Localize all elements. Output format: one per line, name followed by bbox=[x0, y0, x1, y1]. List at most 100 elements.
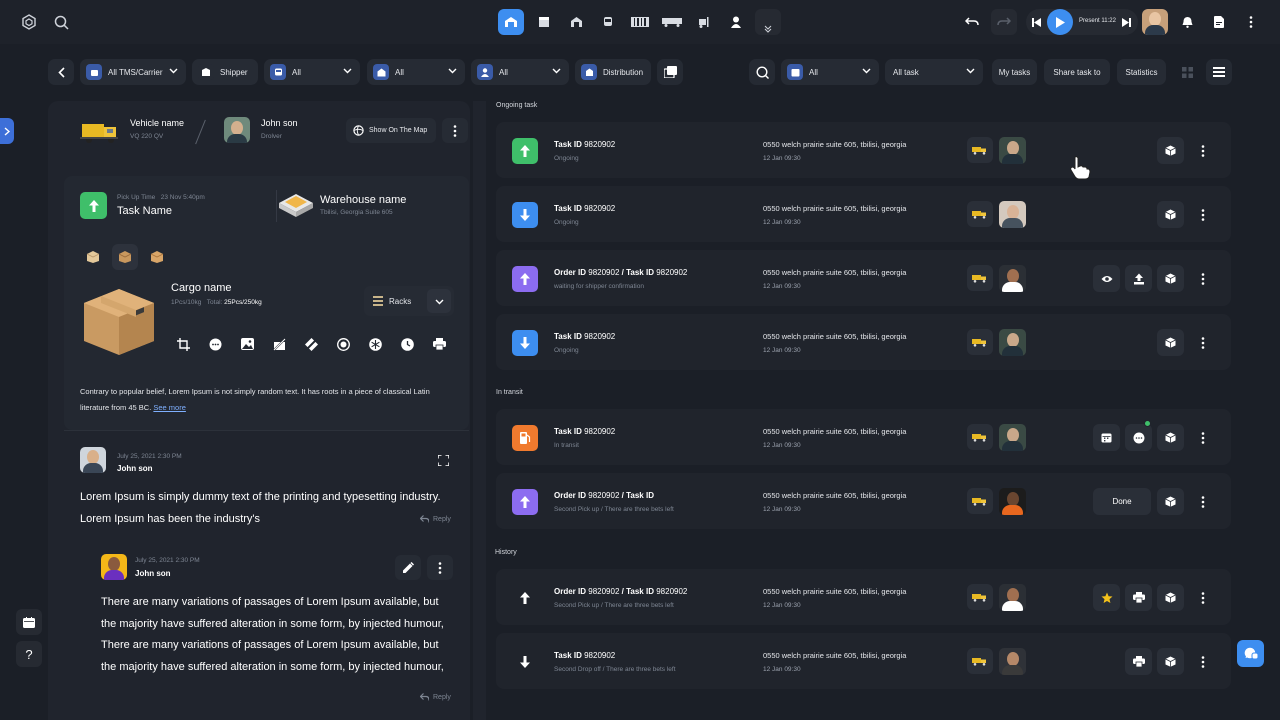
more-nav-chevron-icon[interactable] bbox=[755, 9, 781, 35]
user-nav-icon[interactable] bbox=[723, 9, 749, 35]
logo-icon[interactable] bbox=[20, 13, 38, 31]
task-type-filter[interactable]: All task bbox=[885, 59, 983, 85]
done-button[interactable]: Done bbox=[1093, 488, 1151, 515]
upload-icon[interactable] bbox=[1125, 265, 1152, 292]
task-more-icon[interactable] bbox=[1189, 648, 1216, 675]
grid-view-icon[interactable] bbox=[1174, 59, 1200, 85]
expand-sidebar-button[interactable] bbox=[0, 118, 14, 144]
cargo-thumb-1[interactable] bbox=[80, 244, 106, 270]
crop-icon[interactable] bbox=[171, 332, 195, 356]
racks-label: Racks bbox=[389, 296, 412, 306]
filter-4[interactable]: All bbox=[367, 59, 465, 85]
task-row[interactable]: Order ID 9820902 / Task ID 9820902 Second… bbox=[496, 569, 1231, 625]
previous-icon[interactable] bbox=[1030, 16, 1042, 28]
comment-icon[interactable] bbox=[203, 332, 227, 356]
more-vert-icon[interactable] bbox=[1238, 9, 1264, 35]
back-button[interactable] bbox=[48, 59, 74, 85]
undo-icon[interactable] bbox=[959, 9, 985, 35]
reply-button[interactable]: Reply bbox=[420, 693, 451, 701]
task-row[interactable]: Order ID 9820902 / Task ID Second Pick u… bbox=[496, 473, 1231, 529]
cargo-thumb-2[interactable] bbox=[112, 244, 138, 270]
task-row[interactable]: Task ID 9820902 Ongoing 0550 welch prairie… bbox=[496, 314, 1231, 370]
task-search-icon[interactable] bbox=[749, 59, 775, 85]
filter-5[interactable]: All bbox=[471, 59, 569, 85]
list-view-icon[interactable] bbox=[1206, 59, 1232, 85]
help-icon[interactable]: ? bbox=[16, 641, 42, 667]
edit-pencil-icon[interactable] bbox=[395, 555, 421, 580]
copy-button[interactable] bbox=[657, 59, 683, 85]
reply-more-icon[interactable] bbox=[427, 555, 453, 580]
task-row[interactable]: Task ID 9820902 Ongoing 0550 welch prairie… bbox=[496, 186, 1231, 242]
view-eye-icon[interactable] bbox=[1093, 265, 1120, 292]
task-row[interactable]: Task ID 9820902 Ongoing 0550 welch prairie… bbox=[496, 122, 1231, 178]
no-stack-icon[interactable] bbox=[267, 332, 291, 356]
notification-bell-icon[interactable] bbox=[1174, 9, 1200, 35]
person-icon bbox=[477, 64, 493, 80]
fullscreen-icon[interactable] bbox=[430, 448, 456, 473]
store-nav-icon[interactable] bbox=[531, 9, 557, 35]
print-icon[interactable] bbox=[1125, 648, 1152, 675]
depot-nav-icon[interactable] bbox=[563, 9, 589, 35]
warehouse-nav-icon[interactable] bbox=[498, 9, 524, 35]
package-icon[interactable] bbox=[1157, 488, 1184, 515]
show-on-map-button[interactable]: Show On The Map bbox=[346, 118, 436, 143]
user-avatar[interactable] bbox=[1142, 9, 1168, 35]
image-icon[interactable] bbox=[235, 332, 259, 356]
racks-select[interactable]: Racks bbox=[364, 286, 454, 316]
package-icon[interactable] bbox=[1157, 424, 1184, 451]
next-icon[interactable] bbox=[1120, 16, 1132, 28]
chevron-down-icon[interactable] bbox=[427, 289, 451, 313]
play-button[interactable] bbox=[1047, 9, 1073, 35]
package-icon[interactable] bbox=[1157, 265, 1184, 292]
search-icon[interactable] bbox=[52, 13, 70, 31]
redo-icon[interactable] bbox=[991, 9, 1017, 35]
task-more-icon[interactable] bbox=[1189, 201, 1216, 228]
chat-fab-icon[interactable] bbox=[1237, 640, 1264, 667]
my-tasks-button[interactable]: My tasks bbox=[992, 59, 1037, 85]
status-filter[interactable]: All bbox=[781, 59, 879, 85]
task-more-icon[interactable] bbox=[1189, 137, 1216, 164]
filter-3[interactable]: All bbox=[264, 59, 360, 85]
trailer-nav-icon[interactable] bbox=[659, 9, 685, 35]
reply-author: John son bbox=[135, 569, 171, 578]
star-icon[interactable] bbox=[1093, 584, 1120, 611]
share-task-button[interactable]: Share task to bbox=[1044, 59, 1110, 85]
document-icon[interactable] bbox=[1206, 9, 1232, 35]
calendar-side-icon[interactable] bbox=[16, 609, 42, 635]
print-icon[interactable] bbox=[1125, 584, 1152, 611]
vehicle-nav-icon[interactable] bbox=[595, 9, 621, 35]
print-icon[interactable] bbox=[427, 332, 451, 356]
task-more-icon[interactable] bbox=[1189, 488, 1216, 515]
task-more-icon[interactable] bbox=[1189, 265, 1216, 292]
shipper-filter[interactable]: Shipper bbox=[192, 59, 258, 85]
task-more-icon[interactable] bbox=[1189, 424, 1216, 451]
see-more-link[interactable]: See more bbox=[153, 403, 186, 412]
assignee-avatar bbox=[999, 584, 1026, 611]
package-icon[interactable] bbox=[1157, 584, 1184, 611]
reply-button[interactable]: Reply bbox=[420, 515, 451, 523]
tms-carrier-filter[interactable]: All TMS/Carrier bbox=[80, 59, 186, 85]
barcode-nav-icon[interactable] bbox=[627, 9, 653, 35]
vehicle-more-icon[interactable] bbox=[442, 118, 468, 143]
frozen-icon[interactable] bbox=[363, 332, 387, 356]
task-row[interactable]: Task ID 9820902 In transit 0550 welch prai… bbox=[496, 409, 1231, 465]
task-row[interactable]: Task ID 9820902 Second Drop off / There a… bbox=[496, 633, 1231, 689]
chat-icon[interactable] bbox=[1125, 420, 1152, 451]
calendar-icon[interactable] bbox=[1093, 424, 1120, 451]
target-icon[interactable] bbox=[331, 332, 355, 356]
task-more-icon[interactable] bbox=[1189, 584, 1216, 611]
no-tilt-icon[interactable] bbox=[299, 332, 323, 356]
statistics-button[interactable]: Statistics bbox=[1117, 59, 1166, 85]
task-more-icon[interactable] bbox=[1189, 329, 1216, 356]
distribution-filter[interactable]: Distribution bbox=[575, 59, 651, 85]
package-icon[interactable] bbox=[1157, 329, 1184, 356]
forklift-nav-icon[interactable] bbox=[691, 9, 717, 35]
package-icon[interactable] bbox=[1157, 648, 1184, 675]
panel-scrollbar[interactable] bbox=[473, 101, 486, 720]
package-icon[interactable] bbox=[1157, 137, 1184, 164]
task-direction-icon bbox=[512, 202, 538, 228]
task-row[interactable]: Order ID 9820902 / Task ID 9820902 waitin… bbox=[496, 250, 1231, 306]
cargo-thumb-3[interactable] bbox=[144, 244, 170, 270]
clock-icon[interactable] bbox=[395, 332, 419, 356]
package-icon[interactable] bbox=[1157, 201, 1184, 228]
